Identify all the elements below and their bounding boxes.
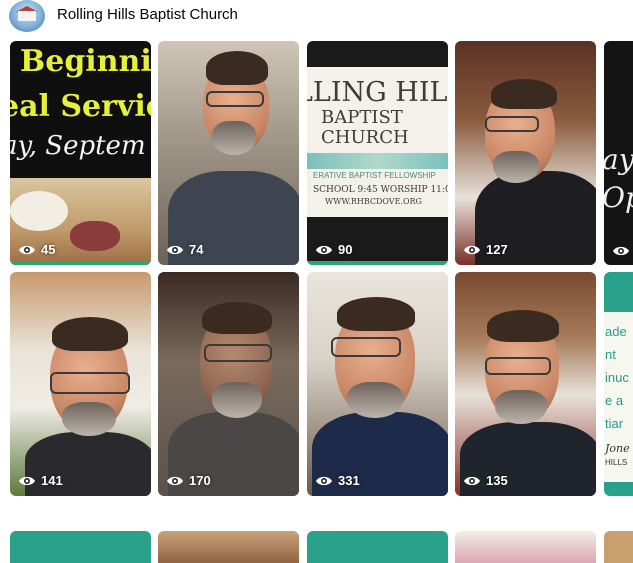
person-hair	[206, 51, 268, 85]
view-count-value: 135	[486, 473, 508, 488]
sign-line-4: ERATIVE BAPTIST FELLOWSHIP	[313, 171, 436, 180]
eye-icon	[316, 245, 332, 254]
glasses	[204, 344, 272, 362]
person-hair	[491, 79, 557, 109]
watched-progress	[307, 261, 448, 265]
glasses	[485, 116, 539, 132]
reel-tile[interactable]	[158, 531, 299, 563]
flyer-line-2: eal Servic	[10, 89, 151, 124]
view-count-value: 90	[338, 242, 353, 257]
plate-image	[10, 191, 68, 231]
teal-footer-2: HILLS	[605, 458, 628, 467]
reel-tile[interactable]: v Beginni eal Servic ay, Septem 45	[10, 41, 151, 265]
view-count-value: 127	[486, 242, 508, 257]
view-count: 74	[166, 242, 203, 257]
person-hair	[52, 317, 128, 351]
view-count-value: 74	[189, 242, 204, 257]
view-count: 90	[315, 242, 352, 257]
sign-line-2: BAPTIST	[321, 107, 403, 128]
view-count-value: 170	[189, 473, 211, 488]
reel-tile[interactable]: 135	[455, 272, 596, 496]
view-count-value: 331	[338, 473, 360, 488]
person-hair	[337, 297, 415, 331]
teal-line-3: inuc	[605, 370, 629, 385]
person-beard	[493, 151, 539, 183]
glasses	[206, 91, 264, 107]
reel-tile[interactable]: LLING HILLS BAPTIST CHURCH ERATIVE BAPTI…	[307, 41, 448, 265]
teal-line-4: e a	[605, 393, 624, 408]
flyer-line-3: ay, Septem	[10, 131, 146, 161]
reel-tile[interactable]: 74	[158, 41, 299, 265]
teal-line-5: tiar	[605, 416, 624, 431]
teal-line-2: nt	[605, 347, 616, 362]
reel-tile[interactable]: ade nt inuc e a tiar Jone HILLS	[604, 272, 633, 496]
reel-tile[interactable]	[307, 531, 448, 563]
view-count: 135	[463, 473, 508, 488]
sign-line-6: WWW.RHBCDOVE.ORG	[325, 197, 422, 206]
view-count: 45	[18, 242, 55, 257]
view-count: 331	[315, 473, 360, 488]
grapes-image	[70, 221, 120, 251]
person-beard	[495, 390, 547, 424]
person-beard	[62, 402, 116, 436]
narrow-flyer-line-1: ay	[604, 143, 633, 176]
glasses	[50, 372, 130, 394]
sign-wave	[307, 153, 448, 169]
reels-grid: v Beginni eal Servic ay, Septem 45 74 LL…	[10, 41, 633, 563]
reel-tile[interactable]: 170	[158, 272, 299, 496]
eye-icon	[167, 476, 183, 485]
view-count-value: 141	[41, 473, 63, 488]
eye-icon	[464, 476, 480, 485]
page-name[interactable]: Rolling Hills Baptist Church	[57, 6, 238, 23]
eye-icon	[316, 476, 332, 485]
page-avatar[interactable]	[9, 0, 45, 32]
reel-tile[interactable]: 141	[10, 272, 151, 496]
teal-footer-1: Jone	[605, 442, 630, 455]
sign-line-5: SCHOOL 9:45 WORSHIP 11:00	[313, 185, 448, 195]
watched-progress	[10, 261, 151, 265]
flyer-line-1: v Beginni	[10, 44, 151, 79]
view-count	[612, 245, 630, 257]
view-count: 141	[18, 473, 63, 488]
person-hair	[487, 310, 559, 342]
glasses	[331, 337, 401, 357]
sign-line-3: CHURCH	[321, 127, 409, 148]
reel-tile[interactable]	[455, 531, 596, 563]
teal-line-1: ade	[605, 324, 627, 339]
eye-icon	[19, 245, 35, 254]
reel-tile[interactable]	[604, 531, 633, 563]
person-beard	[212, 121, 256, 155]
person-beard	[347, 382, 403, 418]
reel-tile[interactable]	[10, 531, 151, 563]
reel-tile[interactable]: ay Op	[604, 41, 633, 265]
eye-icon	[167, 245, 183, 254]
view-count-value: 45	[41, 242, 56, 257]
view-count: 170	[166, 473, 211, 488]
page-header: Rolling Hills Baptist Church	[0, 0, 633, 34]
reel-tile[interactable]: 127	[455, 41, 596, 265]
eye-icon	[19, 476, 35, 485]
eye-icon	[464, 245, 480, 254]
person-beard	[212, 382, 262, 418]
church-building-icon	[18, 11, 36, 21]
person-hair	[202, 302, 272, 334]
sign-line-1: LLING HILLS	[307, 77, 448, 108]
eye-icon	[613, 246, 629, 256]
glasses	[485, 357, 551, 375]
view-count: 127	[463, 242, 508, 257]
narrow-flyer-line-2: Op	[604, 181, 633, 214]
reel-tile[interactable]: 331	[307, 272, 448, 496]
